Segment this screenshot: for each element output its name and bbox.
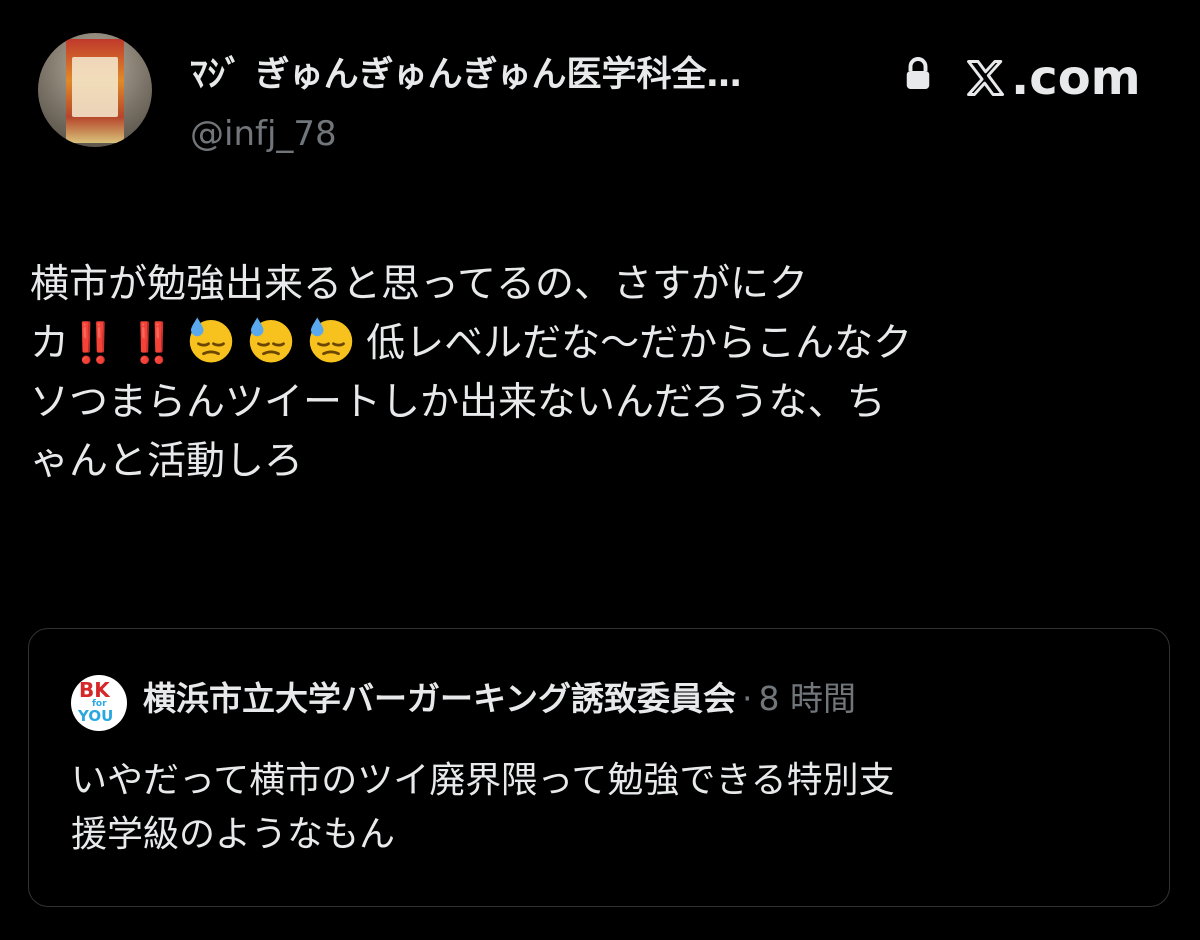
quoted-post-line: いやだって横市のツイ廃界隈って勉強できる特別支 <box>71 760 895 801</box>
separator-dot: · <box>742 679 753 718</box>
quoted-post-line: 援学級のようなもん <box>71 814 396 855</box>
post-body-line: 横市が勉強出来ると思ってるの、さすがにク <box>30 262 809 307</box>
quoted-author-name[interactable]: 横浜市立大学バーガーキング誘致委員会 <box>143 679 736 718</box>
lock-icon <box>906 57 930 89</box>
sweat-face-emoji <box>189 317 233 363</box>
author-display-name[interactable]: ﾏｼﾞ ぎゅんぎゅんぎゅん医学科全… <box>190 53 890 97</box>
post-body-text: 低レベルだな〜だからこんなク <box>366 321 913 366</box>
double-exclamation-emoji: ‼️ <box>127 321 177 366</box>
quoted-post-card[interactable]: BK for YOU 横浜市立大学バーガーキング誘致委員会 · 8 時間 いやだって… <box>28 628 1170 907</box>
brand-text: .com <box>1011 50 1141 106</box>
quoted-author-avatar[interactable]: BK for YOU <box>71 675 127 731</box>
author-avatar[interactable] <box>38 33 152 147</box>
sweat-face-emoji <box>249 317 293 363</box>
double-exclamation-emoji: ‼️ <box>69 321 118 366</box>
food-package-image <box>66 39 124 143</box>
post-body: 横市が勉強出来ると思ってるの、さすがにク カ‼️ ‼️ 低レベルだな〜だからこん… <box>30 255 1170 491</box>
post-body-line: カ‼️ ‼️ 低レベルだな〜だからこんなク <box>30 314 1170 373</box>
post-body-line: ソつまらんツイートしか出来ないんだろうな、ち <box>30 380 886 425</box>
sweat-face-emoji <box>309 317 353 363</box>
author-handle[interactable]: @infj_78 <box>190 112 337 156</box>
post-body-text: カ <box>30 321 70 366</box>
quoted-post-body: いやだって横市のツイ廃界隈って勉強できる特別支 援学級のようなもん <box>71 754 1151 862</box>
quoted-post-time[interactable]: 8 時間 <box>759 679 857 718</box>
quoted-post-header: 横浜市立大学バーガーキング誘致委員会 · 8 時間 <box>143 677 856 721</box>
brand: .com <box>963 50 1141 106</box>
x-logo-icon <box>967 60 1005 96</box>
post-body-line: ゃんと活動しろ <box>30 439 304 484</box>
package-label <box>72 57 118 117</box>
avatar-logo-text: BK <box>79 678 110 702</box>
avatar-logo-text: YOU <box>78 707 114 725</box>
